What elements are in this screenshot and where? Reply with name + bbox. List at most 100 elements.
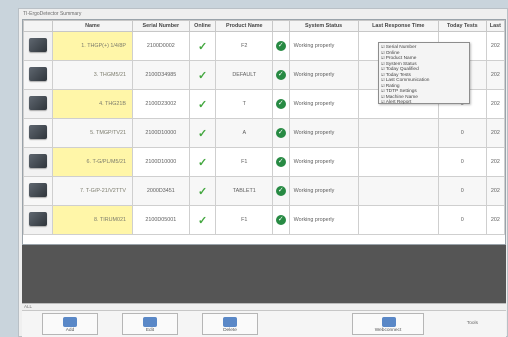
bottom-toolbar: Add Edit Delete Webconnect Tools <box>22 310 506 337</box>
product-name: F1 <box>215 147 274 177</box>
column-header-image[interactable] <box>23 20 53 32</box>
tools-label: Tools <box>466 321 478 326</box>
product-name: F2 <box>215 31 274 61</box>
last-value: 202 <box>485 31 505 61</box>
edit-icon <box>143 317 157 327</box>
device-icon <box>29 67 47 81</box>
device-icon <box>29 38 47 52</box>
last-value: 202 <box>485 118 505 148</box>
system-status: Working properly <box>288 89 359 119</box>
webconnect-button[interactable]: Webconnect <box>352 313 424 335</box>
last-value: 202 <box>485 147 505 177</box>
device-image-cell <box>23 89 53 119</box>
system-status: Working properly <box>288 205 359 235</box>
add-label: Add <box>65 328 75 333</box>
device-icon <box>29 183 47 197</box>
device-icon <box>29 212 47 226</box>
empty-table-area <box>22 245 506 303</box>
delete-icon <box>223 317 237 327</box>
product-name: A <box>215 118 274 148</box>
window-title: TI-ErgoDetector Summary <box>23 11 82 17</box>
system-status: Working properly <box>288 118 359 148</box>
status-ok-icon: ✓ <box>275 215 286 225</box>
online-check: ✓ <box>188 118 217 148</box>
webconnect-label: Webconnect <box>374 328 402 333</box>
column-header-last-response[interactable]: Last Response Time <box>357 20 439 32</box>
device-table: Name Serial Number Online Product Name S… <box>22 19 506 245</box>
last-response <box>357 176 439 206</box>
device-image-cell <box>23 147 53 177</box>
product-name: DEFAULT <box>215 60 274 90</box>
status-icon-cell: ✓ <box>272 176 290 206</box>
table-header-row: Name Serial Number Online Product Name S… <box>23 20 505 32</box>
product-name: T <box>215 89 274 119</box>
delete-label: Delete <box>223 328 237 333</box>
today-tests: 0 <box>437 205 487 235</box>
column-header-last[interactable]: Last <box>485 20 505 32</box>
check-icon: ✓ <box>197 98 208 111</box>
status-icon-cell: ✓ <box>272 118 290 148</box>
table-row[interactable]: 5. TMGP/TV21 2100D10000 ✓ A ✓ Working pr… <box>23 118 505 148</box>
column-header-today-tests[interactable]: Today Tests <box>437 20 487 32</box>
column-header-product[interactable]: Product Name <box>215 20 274 32</box>
column-header-serial[interactable]: Serial Number <box>132 20 190 32</box>
status-ok-icon: ✓ <box>275 128 286 138</box>
serial-number: 2000D3451 <box>132 176 190 206</box>
device-icon <box>29 154 47 168</box>
device-name: 4. THG21B <box>52 89 133 119</box>
edit-label: Edit <box>145 328 155 333</box>
device-icon <box>29 125 47 139</box>
menu-item[interactable]: Alert Report <box>381 99 467 105</box>
column-header-online[interactable]: Online <box>188 20 217 32</box>
online-check: ✓ <box>188 205 217 235</box>
device-name: 8. TIRUM021 <box>52 205 133 235</box>
add-button[interactable]: Add <box>42 313 98 335</box>
serial-number: 2100D23002 <box>132 89 190 119</box>
delete-button[interactable]: Delete <box>202 313 258 335</box>
system-status: Working properly <box>288 176 359 206</box>
last-value: 202 <box>485 176 505 206</box>
last-response <box>357 118 439 148</box>
device-name: 7. T-G/P-21/V2TTV <box>52 176 133 206</box>
today-tests: 0 <box>437 147 487 177</box>
online-check: ✓ <box>188 147 217 177</box>
status-icon-cell: ✓ <box>272 31 290 61</box>
check-icon: ✓ <box>197 69 208 82</box>
product-name: TABLET1 <box>215 176 274 206</box>
today-tests: 0 <box>437 118 487 148</box>
serial-number: 2100D05001 <box>132 205 190 235</box>
check-icon: ✓ <box>197 127 208 140</box>
product-name: F1 <box>215 205 274 235</box>
status-ok-icon: ✓ <box>275 157 286 167</box>
device-image-cell <box>23 118 53 148</box>
online-check: ✓ <box>188 31 217 61</box>
device-name: 6. T-G/PL/M5/21 <box>52 147 133 177</box>
status-icon-cell: ✓ <box>272 147 290 177</box>
status-ok-icon: ✓ <box>275 99 286 109</box>
edit-button[interactable]: Edit <box>122 313 178 335</box>
serial-number: 2100D10000 <box>132 147 190 177</box>
table-row[interactable]: 7. T-G/P-21/V2TTV 2000D3451 ✓ TABLET1 ✓ … <box>23 176 505 206</box>
status-ok-icon: ✓ <box>275 41 286 51</box>
serial-number: 2100D0002 <box>132 31 190 61</box>
device-image-cell <box>23 205 53 235</box>
column-header-name[interactable]: Name <box>52 20 133 32</box>
check-icon: ✓ <box>197 40 208 53</box>
system-status: Working properly <box>288 60 359 90</box>
table-row[interactable]: 8. TIRUM021 2100D05001 ✓ F1 ✓ Working pr… <box>23 205 505 235</box>
status-icon-cell: ✓ <box>272 89 290 119</box>
status-icon-cell: ✓ <box>272 60 290 90</box>
column-header-status-icon[interactable] <box>272 20 290 32</box>
device-image-cell <box>23 31 53 61</box>
desktop-background: TI-ErgoDetector Summary Name Serial Numb… <box>0 0 508 337</box>
serial-number: 2100D34985 <box>132 60 190 90</box>
column-header-status[interactable]: System Status <box>288 20 359 32</box>
status-icon-cell: ✓ <box>272 205 290 235</box>
table-row[interactable]: 6. T-G/PL/M5/21 2100D10000 ✓ F1 ✓ Workin… <box>23 147 505 177</box>
serial-number: 2100D10000 <box>132 118 190 148</box>
check-icon: ✓ <box>197 156 208 169</box>
status-ok-icon: ✓ <box>275 70 286 80</box>
device-image-cell <box>23 60 53 90</box>
device-name: 5. TMGP/TV21 <box>52 118 133 148</box>
last-response <box>357 205 439 235</box>
